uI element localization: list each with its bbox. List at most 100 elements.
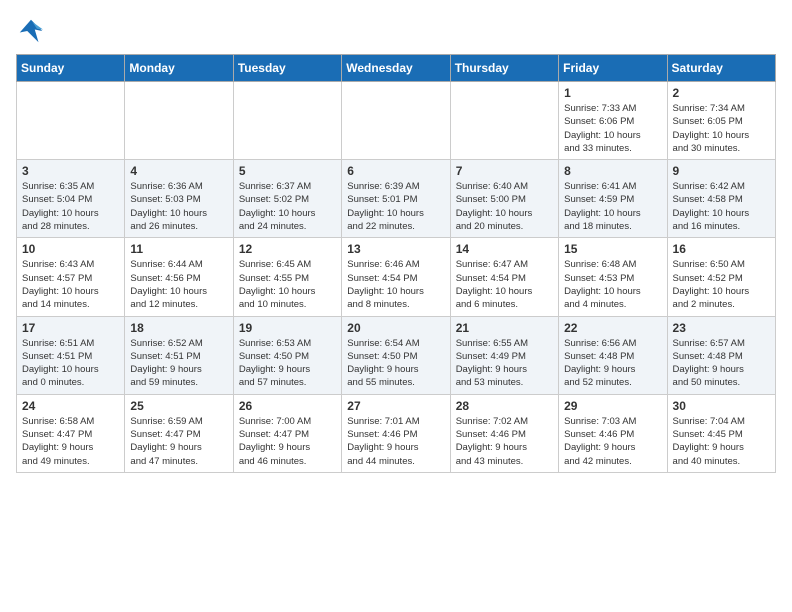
calendar-cell: 26 Sunrise: 7:00 AM Sunset: 4:47 PM Dayli… <box>233 394 341 472</box>
weekday-header: Tuesday <box>233 55 341 82</box>
calendar-cell: 2 Sunrise: 7:34 AM Sunset: 6:05 PM Daylig… <box>667 82 775 160</box>
day-info: Sunrise: 6:46 AM Sunset: 4:54 PM Dayligh… <box>347 258 444 311</box>
day-number: 19 <box>239 321 336 335</box>
day-number: 18 <box>130 321 227 335</box>
day-number: 21 <box>456 321 553 335</box>
day-number: 20 <box>347 321 444 335</box>
day-info: Sunrise: 6:58 AM Sunset: 4:47 PM Dayligh… <box>22 415 119 468</box>
day-number: 17 <box>22 321 119 335</box>
day-number: 9 <box>673 164 770 178</box>
day-info: Sunrise: 6:37 AM Sunset: 5:02 PM Dayligh… <box>239 180 336 233</box>
day-number: 10 <box>22 242 119 256</box>
logo-icon <box>16 16 46 46</box>
day-number: 15 <box>564 242 661 256</box>
calendar-table: SundayMondayTuesdayWednesdayThursdayFrid… <box>16 54 776 473</box>
calendar-cell: 10 Sunrise: 6:43 AM Sunset: 4:57 PM Dayli… <box>17 238 125 316</box>
day-number: 25 <box>130 399 227 413</box>
day-info: Sunrise: 6:55 AM Sunset: 4:49 PM Dayligh… <box>456 337 553 390</box>
day-info: Sunrise: 7:03 AM Sunset: 4:46 PM Dayligh… <box>564 415 661 468</box>
calendar-cell: 14Sunrise: 6:47 AM Sunset: 4:54 PM Dayli… <box>450 238 558 316</box>
calendar-cell: 9 Sunrise: 6:42 AM Sunset: 4:58 PM Daylig… <box>667 160 775 238</box>
day-number: 2 <box>673 86 770 100</box>
calendar-cell: 12 Sunrise: 6:45 AM Sunset: 4:55 PM Dayli… <box>233 238 341 316</box>
calendar-cell: 22 Sunrise: 6:56 AM Sunset: 4:48 PM Dayli… <box>559 316 667 394</box>
weekday-header: Sunday <box>17 55 125 82</box>
weekday-header: Saturday <box>667 55 775 82</box>
day-number: 11 <box>130 242 227 256</box>
calendar-cell: 18 Sunrise: 6:52 AM Sunset: 4:51 PM Dayli… <box>125 316 233 394</box>
calendar-header-row: SundayMondayTuesdayWednesdayThursdayFrid… <box>17 55 776 82</box>
day-number: 14 <box>456 242 553 256</box>
calendar-cell: 17 Sunrise: 6:51 AM Sunset: 4:51 PM Dayli… <box>17 316 125 394</box>
calendar-cell: 3 Sunrise: 6:35 AM Sunset: 5:04 PM Daylig… <box>17 160 125 238</box>
day-number: 13 <box>347 242 444 256</box>
day-info: Sunrise: 6:56 AM Sunset: 4:48 PM Dayligh… <box>564 337 661 390</box>
day-info: Sunrise: 7:33 AM Sunset: 6:06 PM Dayligh… <box>564 102 661 155</box>
day-info: Sunrise: 6:36 AM Sunset: 5:03 PM Dayligh… <box>130 180 227 233</box>
day-info: Sunrise: 6:45 AM Sunset: 4:55 PM Dayligh… <box>239 258 336 311</box>
calendar-cell: 28 Sunrise: 7:02 AM Sunset: 4:46 PM Dayli… <box>450 394 558 472</box>
calendar-cell <box>450 82 558 160</box>
calendar-cell: 20 Sunrise: 6:54 AM Sunset: 4:50 PM Dayli… <box>342 316 450 394</box>
calendar-cell: 21 Sunrise: 6:55 AM Sunset: 4:49 PM Dayli… <box>450 316 558 394</box>
day-number: 8 <box>564 164 661 178</box>
calendar-cell: 30 Sunrise: 7:04 AM Sunset: 4:45 PM Dayli… <box>667 394 775 472</box>
day-info: Sunrise: 6:48 AM Sunset: 4:53 PM Dayligh… <box>564 258 661 311</box>
calendar-cell <box>342 82 450 160</box>
day-info: Sunrise: 7:04 AM Sunset: 4:45 PM Dayligh… <box>673 415 770 468</box>
calendar-week-row: 10 Sunrise: 6:43 AM Sunset: 4:57 PM Dayli… <box>17 238 776 316</box>
calendar-cell: 23 Sunrise: 6:57 AM Sunset: 4:48 PM Dayli… <box>667 316 775 394</box>
calendar-cell: 16Sunrise: 6:50 AM Sunset: 4:52 PM Dayli… <box>667 238 775 316</box>
day-info: Sunrise: 6:51 AM Sunset: 4:51 PM Dayligh… <box>22 337 119 390</box>
day-number: 30 <box>673 399 770 413</box>
day-info: Sunrise: 6:39 AM Sunset: 5:01 PM Dayligh… <box>347 180 444 233</box>
calendar-cell: 29 Sunrise: 7:03 AM Sunset: 4:46 PM Dayli… <box>559 394 667 472</box>
day-number: 28 <box>456 399 553 413</box>
day-info: Sunrise: 7:02 AM Sunset: 4:46 PM Dayligh… <box>456 415 553 468</box>
day-number: 24 <box>22 399 119 413</box>
day-info: Sunrise: 6:43 AM Sunset: 4:57 PM Dayligh… <box>22 258 119 311</box>
calendar-cell: 6 Sunrise: 6:39 AM Sunset: 5:01 PM Daylig… <box>342 160 450 238</box>
calendar-cell: 8 Sunrise: 6:41 AM Sunset: 4:59 PM Daylig… <box>559 160 667 238</box>
day-number: 23 <box>673 321 770 335</box>
weekday-header: Wednesday <box>342 55 450 82</box>
day-number: 12 <box>239 242 336 256</box>
day-info: Sunrise: 6:41 AM Sunset: 4:59 PM Dayligh… <box>564 180 661 233</box>
calendar-cell: 4 Sunrise: 6:36 AM Sunset: 5:03 PM Daylig… <box>125 160 233 238</box>
day-number: 4 <box>130 164 227 178</box>
day-info: Sunrise: 7:34 AM Sunset: 6:05 PM Dayligh… <box>673 102 770 155</box>
day-info: Sunrise: 6:57 AM Sunset: 4:48 PM Dayligh… <box>673 337 770 390</box>
day-number: 7 <box>456 164 553 178</box>
calendar-cell: 25 Sunrise: 6:59 AM Sunset: 4:47 PM Dayli… <box>125 394 233 472</box>
day-number: 1 <box>564 86 661 100</box>
calendar-week-row: 24 Sunrise: 6:58 AM Sunset: 4:47 PM Dayli… <box>17 394 776 472</box>
day-info: Sunrise: 6:50 AM Sunset: 4:52 PM Dayligh… <box>673 258 770 311</box>
day-number: 6 <box>347 164 444 178</box>
day-number: 29 <box>564 399 661 413</box>
day-number: 3 <box>22 164 119 178</box>
day-info: Sunrise: 7:00 AM Sunset: 4:47 PM Dayligh… <box>239 415 336 468</box>
day-number: 5 <box>239 164 336 178</box>
weekday-header: Monday <box>125 55 233 82</box>
weekday-header: Friday <box>559 55 667 82</box>
calendar-cell: 11 Sunrise: 6:44 AM Sunset: 4:56 PM Dayli… <box>125 238 233 316</box>
calendar-cell: 27Sunrise: 7:01 AM Sunset: 4:46 PM Dayli… <box>342 394 450 472</box>
calendar-cell: 1 Sunrise: 7:33 AM Sunset: 6:06 PM Daylig… <box>559 82 667 160</box>
day-number: 22 <box>564 321 661 335</box>
day-number: 26 <box>239 399 336 413</box>
calendar-cell: 7Sunrise: 6:40 AM Sunset: 5:00 PM Daylig… <box>450 160 558 238</box>
logo <box>16 16 50 46</box>
calendar-week-row: 3 Sunrise: 6:35 AM Sunset: 5:04 PM Daylig… <box>17 160 776 238</box>
calendar-cell: 15 Sunrise: 6:48 AM Sunset: 4:53 PM Dayli… <box>559 238 667 316</box>
day-info: Sunrise: 6:54 AM Sunset: 4:50 PM Dayligh… <box>347 337 444 390</box>
day-info: Sunrise: 6:59 AM Sunset: 4:47 PM Dayligh… <box>130 415 227 468</box>
calendar-week-row: 1 Sunrise: 7:33 AM Sunset: 6:06 PM Daylig… <box>17 82 776 160</box>
day-info: Sunrise: 6:44 AM Sunset: 4:56 PM Dayligh… <box>130 258 227 311</box>
day-info: Sunrise: 6:52 AM Sunset: 4:51 PM Dayligh… <box>130 337 227 390</box>
calendar-cell: 24 Sunrise: 6:58 AM Sunset: 4:47 PM Dayli… <box>17 394 125 472</box>
calendar-week-row: 17 Sunrise: 6:51 AM Sunset: 4:51 PM Dayli… <box>17 316 776 394</box>
day-info: Sunrise: 6:35 AM Sunset: 5:04 PM Dayligh… <box>22 180 119 233</box>
calendar-cell <box>233 82 341 160</box>
day-info: Sunrise: 6:42 AM Sunset: 4:58 PM Dayligh… <box>673 180 770 233</box>
calendar-cell <box>125 82 233 160</box>
